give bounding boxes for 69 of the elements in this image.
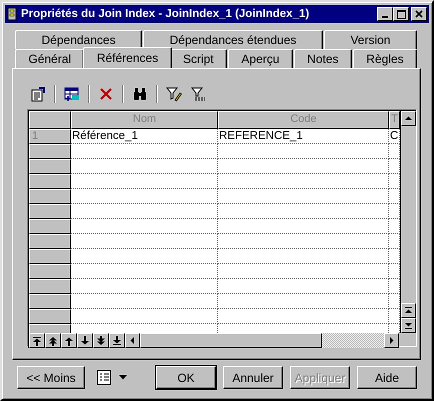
table-cell bbox=[389, 249, 400, 264]
row-header[interactable] bbox=[29, 204, 71, 219]
row-header[interactable] bbox=[29, 294, 71, 309]
table-cell bbox=[389, 174, 400, 189]
maximize-button[interactable] bbox=[393, 7, 409, 21]
table-cell: Référence_1 bbox=[71, 129, 218, 144]
previous-record-icon[interactable] bbox=[64, 336, 74, 346]
minimize-button[interactable] bbox=[377, 7, 393, 21]
dialog-button[interactable]: Aide bbox=[357, 366, 417, 389]
row-header[interactable] bbox=[29, 174, 71, 189]
scroll-right-arrow-icon[interactable] bbox=[388, 336, 395, 345]
table-cell bbox=[389, 204, 400, 219]
tab[interactable]: Dépendances étendues bbox=[143, 30, 323, 49]
tab[interactable]: Général bbox=[15, 49, 84, 68]
row-header[interactable] bbox=[29, 234, 71, 249]
scroll-bottom-icon[interactable] bbox=[404, 322, 413, 330]
table-cell bbox=[389, 144, 400, 159]
list-menu-button[interactable] bbox=[97, 368, 127, 388]
row-header[interactable] bbox=[29, 249, 71, 264]
tab[interactable]: Références bbox=[83, 47, 172, 68]
window-title: Propriétés du Join Index - JoinIndex_1 (JoinIndex_1) bbox=[21, 8, 310, 20]
insert-row-icon[interactable] bbox=[64, 86, 80, 102]
scroll-left-arrow-icon[interactable] bbox=[129, 336, 136, 345]
table-cell bbox=[389, 264, 400, 279]
maximize-icon bbox=[396, 10, 406, 18]
table-cell bbox=[389, 219, 400, 234]
properties-icon[interactable] bbox=[30, 86, 46, 102]
tab[interactable]: Notes bbox=[294, 49, 352, 68]
table-cell bbox=[389, 279, 400, 294]
tab[interactable]: Script bbox=[170, 49, 228, 68]
cabinet-icon bbox=[7, 7, 17, 21]
row-header[interactable] bbox=[29, 159, 71, 174]
scroll-thumb[interactable] bbox=[140, 333, 322, 348]
row-header[interactable] bbox=[29, 144, 71, 159]
scroll-up-arrow-icon[interactable] bbox=[404, 115, 413, 122]
last-record-icon[interactable] bbox=[112, 336, 122, 346]
row-header[interactable] bbox=[29, 279, 71, 294]
table-cell bbox=[389, 309, 400, 324]
next-record-icon[interactable] bbox=[80, 336, 90, 346]
table-cell: C bbox=[389, 129, 400, 144]
row-header[interactable] bbox=[29, 219, 71, 234]
dialog-button[interactable]: << Moins bbox=[17, 366, 85, 389]
previous-page-icon[interactable] bbox=[48, 336, 58, 346]
table-cell: REFERENCE_1 bbox=[218, 129, 389, 144]
first-record-icon[interactable] bbox=[32, 336, 42, 346]
binoculars-icon[interactable] bbox=[132, 86, 148, 102]
row-header[interactable] bbox=[29, 189, 71, 204]
next-page-icon[interactable] bbox=[96, 336, 106, 346]
table-cell bbox=[389, 294, 400, 309]
tab[interactable]: Règles bbox=[352, 49, 418, 68]
close-button[interactable] bbox=[411, 7, 427, 21]
tab[interactable]: Version bbox=[324, 30, 418, 49]
scroll-top-icon[interactable] bbox=[404, 306, 413, 314]
delete-icon[interactable] bbox=[98, 86, 114, 102]
vertical-scrollbar[interactable] bbox=[400, 111, 416, 333]
row-header[interactable] bbox=[29, 264, 71, 279]
tab[interactable]: Aperçu bbox=[228, 49, 293, 68]
table-cell bbox=[389, 189, 400, 204]
dialog-button[interactable]: Annuler bbox=[223, 366, 283, 389]
filter-icon[interactable] bbox=[190, 86, 206, 102]
close-icon bbox=[415, 10, 423, 18]
dialog-button[interactable]: OK bbox=[156, 366, 216, 389]
tab[interactable]: Dépendances bbox=[15, 30, 142, 49]
list-icon bbox=[97, 370, 111, 385]
table-cell bbox=[389, 234, 400, 249]
filter-edit-icon[interactable] bbox=[166, 86, 182, 102]
row-header[interactable] bbox=[29, 309, 71, 324]
caret-icon bbox=[119, 375, 127, 380]
table-cell bbox=[389, 159, 400, 174]
